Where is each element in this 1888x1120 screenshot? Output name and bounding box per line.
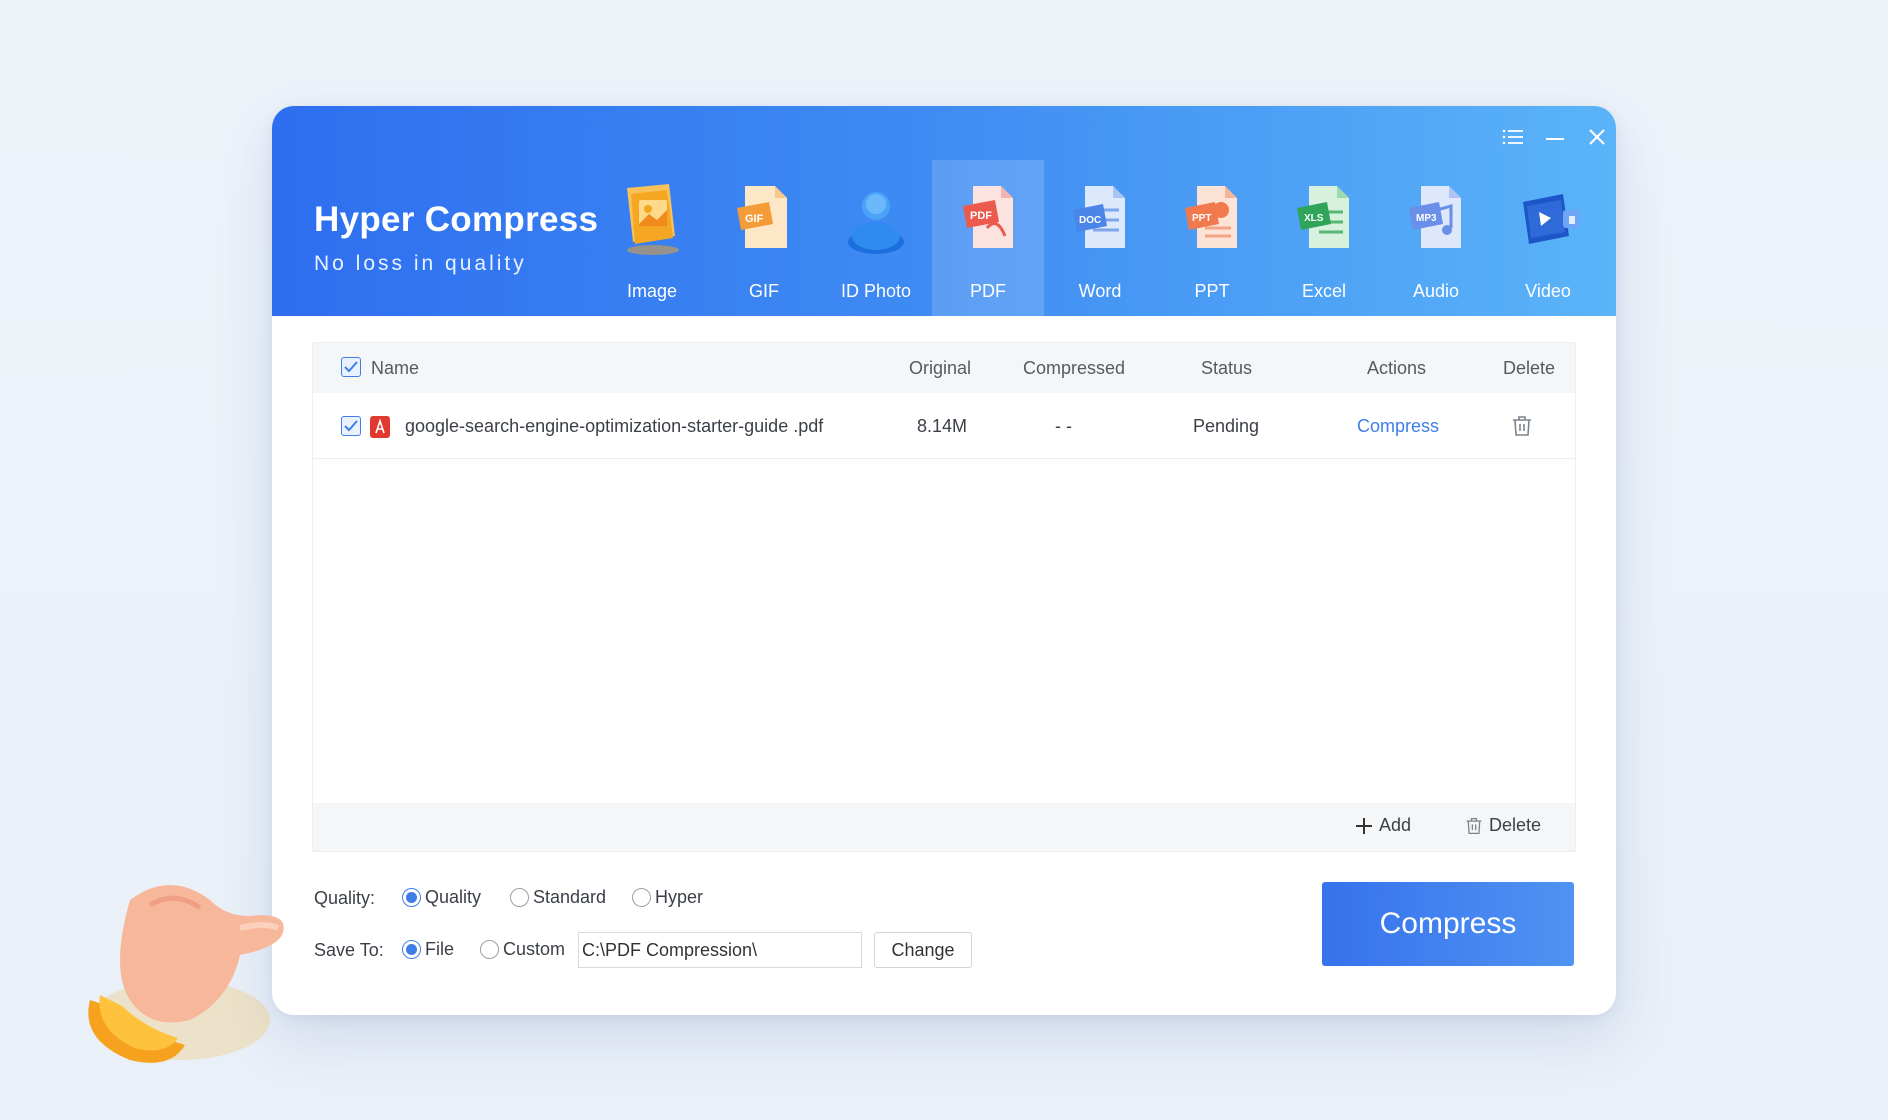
file-table: Name Original Compressed Status Actions … <box>312 342 1576 852</box>
quality-radio-quality[interactable]: Quality <box>402 887 481 908</box>
pdf-file-icon: PDF <box>963 186 1013 248</box>
excel-file-icon: XLS <box>1297 186 1349 248</box>
radio-label: File <box>425 939 455 959</box>
column-header-compressed[interactable]: Compressed <box>1023 358 1125 379</box>
quality-radio-hyper[interactable]: Hyper <box>632 887 703 908</box>
save-to-label: Save To: <box>314 940 384 960</box>
svg-text:MP3: MP3 <box>1416 213 1437 224</box>
trash-icon[interactable] <box>1511 415 1533 437</box>
radio-label: Standard <box>533 887 607 907</box>
audio-file-icon: MP3 <box>1409 186 1461 248</box>
app-title: Hyper Compress <box>314 200 599 239</box>
word-file-icon: DOC <box>1073 186 1125 248</box>
status-text: Pending <box>1193 416 1260 436</box>
compress-button[interactable]: Compress <box>1322 882 1574 966</box>
column-header-status: Status <box>1201 358 1253 378</box>
svg-text:XLS: XLS <box>1304 213 1324 224</box>
trash-icon <box>1466 817 1482 834</box>
file-name: google-search-engine-optimization-starte… <box>405 416 824 436</box>
plus-icon <box>1356 817 1372 834</box>
save-radio-custom[interactable]: Custom <box>480 939 565 960</box>
nav-item-image[interactable]: Image <box>596 160 708 316</box>
nav-item-id-photo[interactable]: ID Photo <box>820 160 932 316</box>
app-subtitle: No loss in quality <box>314 252 527 275</box>
nav-item-pdf[interactable]: PDF PDF <box>932 160 1044 316</box>
radio-label: Custom <box>503 939 566 959</box>
compress-action-link[interactable]: Compress <box>1357 416 1439 437</box>
nav-label: Word <box>1078 281 1122 301</box>
nav-label: Excel <box>1301 281 1346 301</box>
radio-dot <box>480 940 499 959</box>
nav-item-word[interactable]: DOC Word <box>1044 160 1156 316</box>
nav-item-excel[interactable]: XLS Excel <box>1268 160 1380 316</box>
row-checkbox[interactable] <box>341 416 361 436</box>
minimize-icon[interactable] <box>1540 122 1570 152</box>
radio-label: Quality <box>425 887 482 907</box>
id-photo-icon <box>848 192 904 254</box>
column-header-delete: Delete <box>1503 358 1556 378</box>
original-size: 8.14M <box>917 416 968 436</box>
radio-label: Hyper <box>655 887 704 907</box>
ppt-file-icon: PPT <box>1185 186 1237 248</box>
nav-item-video[interactable]: Video <box>1492 160 1604 316</box>
menu-icon[interactable] <box>1498 122 1528 152</box>
select-all-checkbox[interactable] <box>341 357 361 377</box>
quality-radio-standard[interactable]: Standard <box>510 887 606 908</box>
app-header: Hyper Compress No loss in quality Image … <box>272 106 1616 316</box>
nav-label: Video <box>1525 281 1571 301</box>
table-header: Name Original Compressed Status Actions … <box>313 343 1575 393</box>
svg-text:PPT: PPT <box>1192 213 1211 224</box>
nav-label: PDF <box>970 281 1006 301</box>
nav-label: PPT <box>1194 281 1230 301</box>
svg-text:GIF: GIF <box>745 213 764 225</box>
pointing-hand-icon <box>88 885 284 1063</box>
nav-item-gif[interactable]: GIF GIF <box>708 160 820 316</box>
nav-label: ID Photo <box>840 281 912 301</box>
add-button[interactable]: Add <box>1355 815 1411 836</box>
close-icon[interactable] <box>1582 122 1612 152</box>
table-footer: Add Delete <box>313 803 1575 851</box>
change-path-button[interactable]: Change <box>874 932 972 968</box>
radio-dot <box>402 888 421 907</box>
add-label: Add <box>1379 815 1412 835</box>
table-row[interactable]: google-search-engine-optimization-starte… <box>313 393 1575 459</box>
nav-item-ppt[interactable]: PPT PPT <box>1156 160 1268 316</box>
gif-file-icon: GIF <box>737 186 787 248</box>
radio-dot <box>402 940 421 959</box>
column-header-original[interactable]: Original <box>909 358 971 379</box>
column-header-actions: Actions <box>1367 358 1427 378</box>
nav-label: Image <box>626 281 678 301</box>
nav-label: Audio <box>1412 281 1460 301</box>
save-path-input[interactable] <box>578 932 862 968</box>
quality-label: Quality: <box>314 888 376 908</box>
nav-item-audio[interactable]: MP3 Audio <box>1380 160 1492 316</box>
delete-all-button[interactable]: Delete <box>1465 815 1541 836</box>
column-header-name[interactable]: Name <box>371 358 419 379</box>
nav-label: GIF <box>749 281 779 301</box>
svg-text:DOC: DOC <box>1079 215 1101 226</box>
radio-dot <box>510 888 529 907</box>
compressed-size: - - <box>1055 416 1072 436</box>
file-type-nav: Image GIF GIF ID Photo PDF PDF DOC Word … <box>596 160 1604 316</box>
image-file-icon <box>627 184 679 255</box>
pdf-file-icon <box>370 416 390 438</box>
app-window: Hyper Compress No loss in quality Image … <box>272 106 1616 1015</box>
svg-text:PDF: PDF <box>970 210 992 222</box>
radio-dot <box>632 888 651 907</box>
delete-label: Delete <box>1489 815 1542 835</box>
video-file-icon <box>1523 194 1579 244</box>
save-radio-file[interactable]: File <box>402 939 454 960</box>
